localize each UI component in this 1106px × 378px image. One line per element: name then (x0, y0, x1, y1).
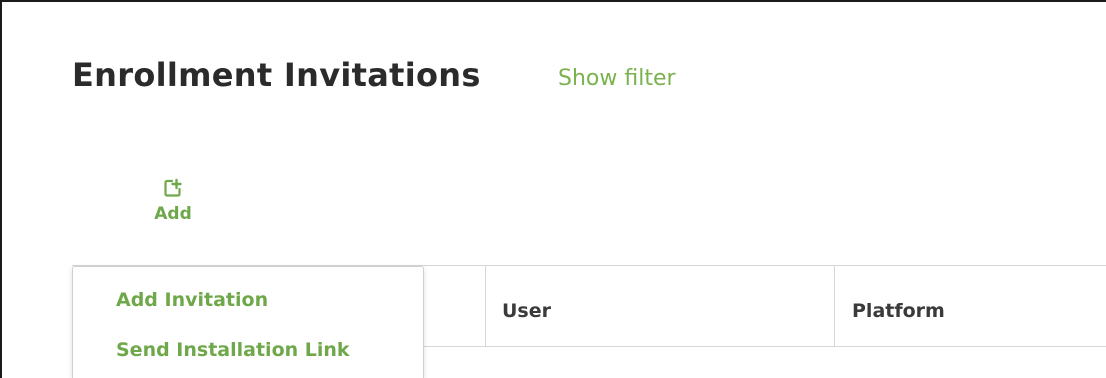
page-title: Enrollment Invitations (72, 56, 481, 94)
menu-item-send-installation-link[interactable]: Send Installation Link (116, 339, 350, 361)
column-divider (834, 266, 835, 346)
menu-item-add-invitation[interactable]: Add Invitation (116, 289, 268, 311)
add-button-label: Add (154, 204, 192, 224)
column-divider (485, 266, 486, 346)
add-dropdown-menu: Add Invitation Send Installation Link (72, 266, 424, 378)
column-header-user[interactable]: User (502, 300, 551, 322)
add-button[interactable]: Add (142, 178, 204, 224)
column-header-platform[interactable]: Platform (852, 300, 945, 322)
show-filter-link[interactable]: Show filter (558, 66, 676, 91)
add-document-icon (164, 178, 182, 197)
